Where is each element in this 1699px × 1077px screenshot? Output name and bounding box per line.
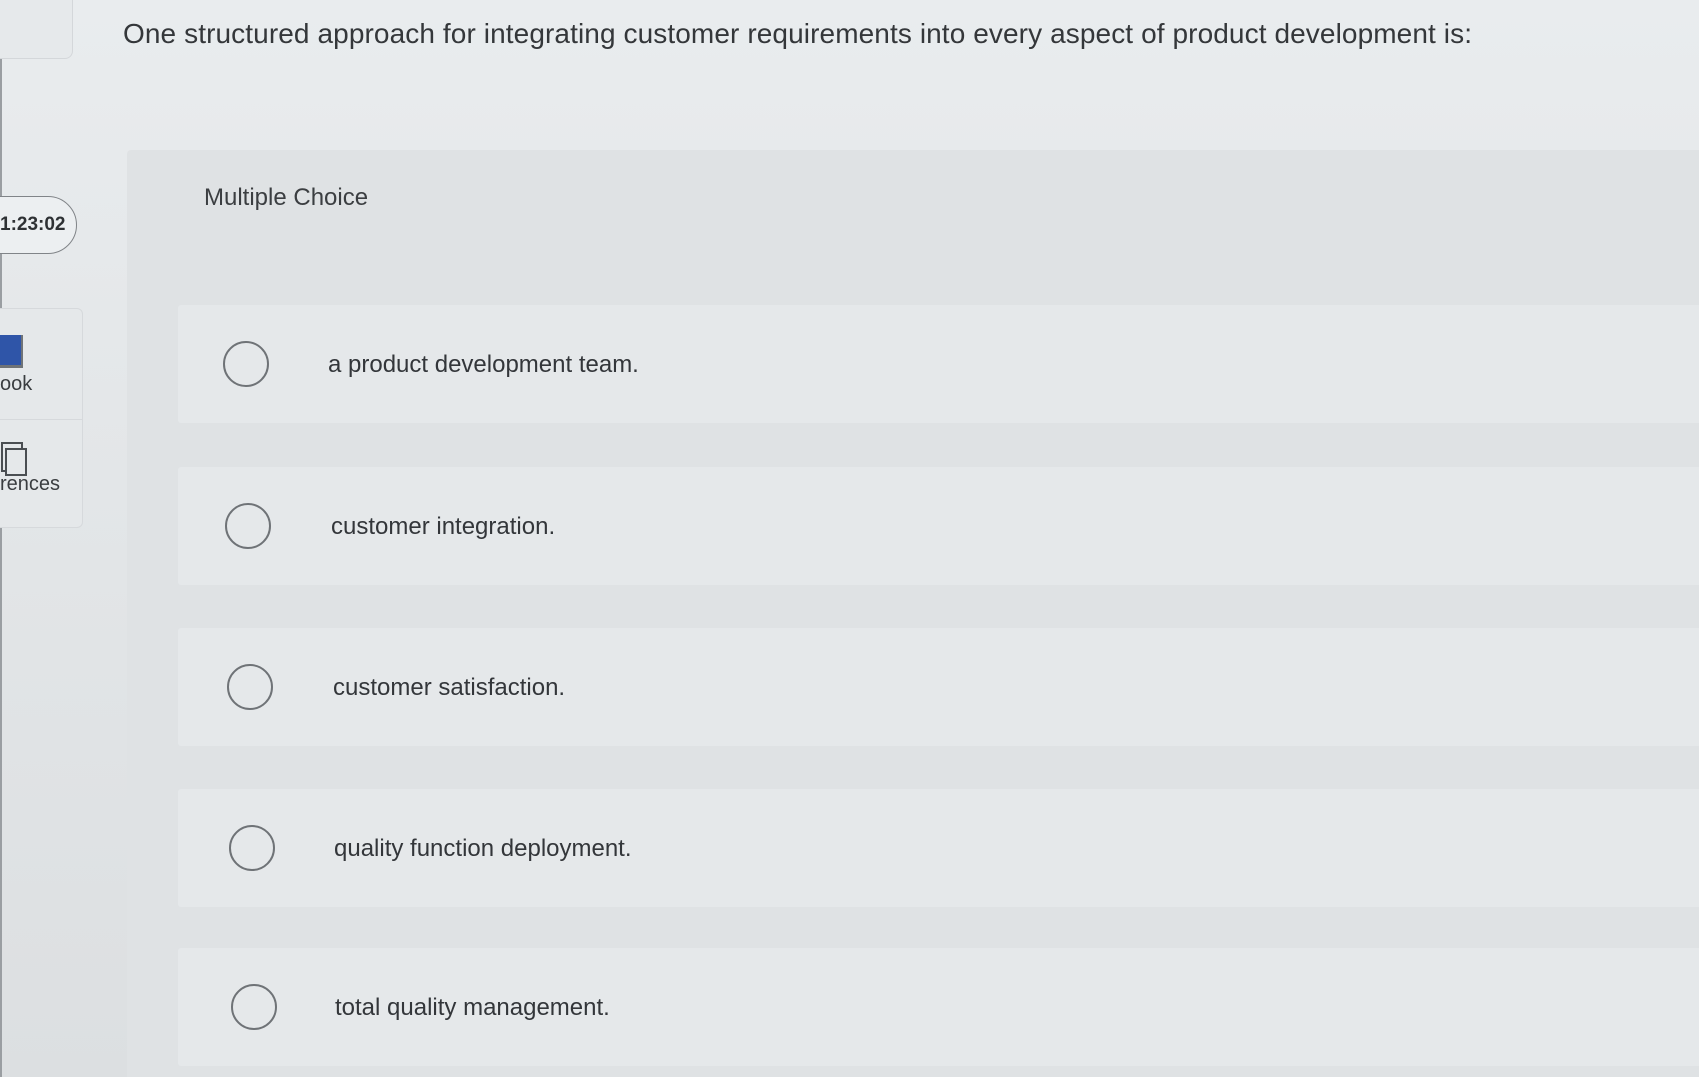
question-prompt: One structured approach for integrating … [123,18,1473,49]
choice-label: total quality management. [335,994,610,1021]
references-icon [1,442,27,476]
radio-button[interactable] [227,664,273,710]
sidebar-item-label: rences [0,473,61,495]
timer-value: 1:23:02 [0,214,66,235]
choice-option[interactable]: customer integration. [178,467,1699,585]
radio-button[interactable] [225,503,271,549]
top-left-panel [0,0,73,59]
book-icon [0,335,23,368]
sidebar-tools: ook rences [0,308,83,528]
window-left-edge [0,0,2,1077]
choice-label: quality function deployment. [334,835,632,862]
choice-option[interactable]: total quality management. [178,948,1699,1066]
timer-badge: 1:23:02 [0,196,77,254]
radio-button[interactable] [231,984,277,1030]
choice-option[interactable]: a product development team. [178,305,1699,423]
question-type-label: Multiple Choice [204,184,369,211]
radio-button[interactable] [223,341,269,387]
choice-label: customer satisfaction. [333,674,566,701]
choices-panel [127,150,1699,1077]
choice-option[interactable]: quality function deployment. [178,789,1699,907]
choice-label: a product development team. [328,351,639,378]
choice-label: customer integration. [331,513,556,540]
sidebar-item-label: ook [0,373,33,395]
choice-option[interactable]: customer satisfaction. [178,628,1699,746]
sidebar-item-references[interactable]: rences [0,419,82,529]
radio-button[interactable] [229,825,275,871]
sidebar-item-ebook[interactable]: ook [0,309,82,420]
